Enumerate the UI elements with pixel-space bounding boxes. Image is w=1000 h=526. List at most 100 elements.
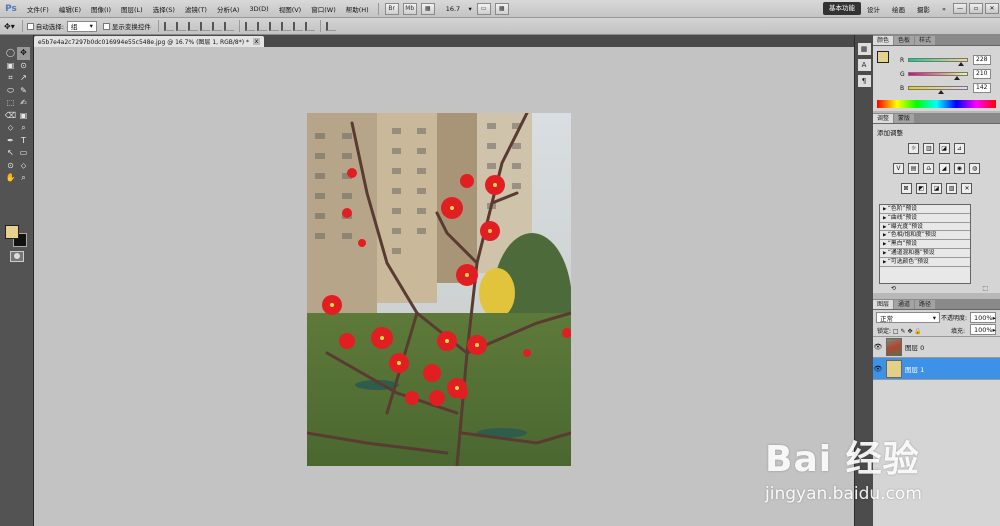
- clip-icon[interactable]: ⬚: [982, 285, 988, 292]
- align-hcenter-icon[interactable]: [211, 21, 222, 31]
- distribute-left-icon[interactable]: [280, 21, 291, 31]
- distribute-hcenter-icon[interactable]: [292, 21, 303, 31]
- distribute-vcenter-icon[interactable]: [256, 21, 267, 31]
- brush-tool-icon[interactable]: ✎: [17, 85, 30, 98]
- blue-slider[interactable]: [908, 86, 968, 94]
- workspace-essentials[interactable]: 基本功能: [823, 2, 862, 15]
- path-selection-tool-icon[interactable]: ↖: [4, 147, 17, 160]
- color-panel-foreground-swatch[interactable]: [877, 51, 889, 63]
- levels-icon[interactable]: ▥: [923, 143, 935, 154]
- red-slider-knob[interactable]: [957, 62, 964, 66]
- bridge-icon[interactable]: Br: [384, 2, 399, 15]
- hand-tool-icon[interactable]: ✋: [4, 172, 17, 185]
- green-value-input[interactable]: 210: [973, 69, 991, 79]
- tab-masks[interactable]: 蒙版: [894, 114, 915, 123]
- preset-selective-color[interactable]: “可选颜色”预设: [880, 258, 970, 267]
- menu-view[interactable]: 视图(V): [274, 4, 307, 14]
- color-balance-icon[interactable]: ♎: [923, 163, 935, 174]
- black-white-icon[interactable]: ◢: [938, 163, 950, 174]
- align-left-icon[interactable]: [199, 21, 210, 31]
- photo-filter-icon[interactable]: ◉: [953, 163, 965, 174]
- selective-color-icon[interactable]: ✕: [961, 183, 973, 194]
- preset-levels[interactable]: “色阶”预设: [880, 205, 970, 214]
- green-slider-knob[interactable]: [953, 76, 960, 80]
- tab-adjustments[interactable]: 调整: [873, 114, 894, 123]
- red-slider[interactable]: [908, 58, 968, 66]
- paragraph-panel-icon[interactable]: ¶: [857, 75, 871, 87]
- align-top-icon[interactable]: [163, 21, 174, 31]
- visibility-eye-icon[interactable]: 👁: [873, 343, 883, 351]
- invert-icon[interactable]: ⊠: [900, 183, 912, 194]
- gradient-tool-icon[interactable]: ▣: [17, 110, 30, 123]
- vibrance-icon[interactable]: V: [892, 163, 904, 174]
- 3d-orbit-tool-icon[interactable]: ⬦: [17, 160, 30, 173]
- lasso-tool-icon[interactable]: ▣: [4, 60, 17, 73]
- foreground-color-swatch[interactable]: [5, 225, 19, 239]
- tab-swatches[interactable]: 色板: [894, 36, 915, 45]
- tab-paths[interactable]: 路径: [915, 300, 936, 309]
- menu-image[interactable]: 图像(I): [86, 4, 116, 14]
- zoom-level[interactable]: 16.7 ▾: [443, 3, 475, 14]
- gradient-map-icon[interactable]: ▧: [946, 183, 958, 194]
- dodge-tool-icon[interactable]: ⌕: [17, 122, 30, 135]
- more-workspaces-button[interactable]: »: [936, 5, 952, 13]
- lock-controls[interactable]: 锁定: □ ✎ ✥ 🔒: [877, 326, 922, 335]
- zoom-tool-icon[interactable]: ⌕: [17, 172, 30, 185]
- exposure-icon[interactable]: ⊿: [953, 143, 965, 154]
- arrange-documents-icon[interactable]: ▭: [476, 2, 491, 15]
- blur-tool-icon[interactable]: ⬦: [4, 122, 17, 135]
- channel-mixer-icon[interactable]: ◍: [969, 163, 981, 174]
- pen-tool-icon[interactable]: ✒: [4, 135, 17, 148]
- minibridge-icon[interactable]: Mb: [402, 2, 417, 15]
- auto-align-icon[interactable]: [325, 21, 336, 31]
- distribute-bottom-icon[interactable]: [268, 21, 279, 31]
- opacity-input[interactable]: 100% ▸: [970, 312, 996, 323]
- tab-layers[interactable]: 图层: [873, 300, 894, 309]
- menu-select[interactable]: 选择(S): [148, 4, 180, 14]
- preset-hue-saturation[interactable]: “色相/饱和度”预设: [880, 231, 970, 241]
- tab-channels[interactable]: 通道: [894, 300, 915, 309]
- quick-select-tool-icon[interactable]: ⊙: [17, 60, 30, 73]
- blend-mode-dropdown[interactable]: 正常 ▾: [876, 312, 940, 323]
- posterize-icon[interactable]: ◩: [915, 183, 927, 194]
- workspace-painting[interactable]: 绘画: [886, 4, 911, 14]
- menu-window[interactable]: 窗口(W): [306, 4, 341, 14]
- color-spectrum-ramp[interactable]: [877, 100, 996, 108]
- workspace-photography[interactable]: 摄影: [911, 4, 936, 14]
- blue-value-input[interactable]: 142: [973, 83, 991, 93]
- type-tool-icon[interactable]: T: [17, 135, 30, 148]
- close-button[interactable]: ✕: [985, 3, 999, 14]
- fill-input[interactable]: 100% ▸: [970, 324, 996, 335]
- move-tool-icon[interactable]: ✥▾: [4, 22, 15, 31]
- document-image[interactable]: [307, 113, 571, 466]
- rectangle-tool-icon[interactable]: ▭: [17, 147, 30, 160]
- 3d-rotate-tool-icon[interactable]: ⊙: [4, 160, 17, 173]
- move-tool-icon[interactable]: ✥: [17, 47, 30, 60]
- marquee-tool-icon[interactable]: ◯: [4, 47, 17, 60]
- visibility-eye-icon[interactable]: 👁: [873, 365, 883, 373]
- auto-select-checkbox[interactable]: [26, 22, 34, 30]
- history-brush-tool-icon[interactable]: ✍: [17, 97, 30, 110]
- hue-saturation-icon[interactable]: ▤: [908, 163, 920, 174]
- preset-channel-mixer[interactable]: “通道混和器”预设: [880, 249, 970, 258]
- distribute-top-icon[interactable]: [244, 21, 255, 31]
- menu-file[interactable]: 文件(F): [22, 4, 54, 14]
- show-transform-checkbox[interactable]: [102, 22, 110, 30]
- tab-color[interactable]: 颜色: [873, 36, 894, 45]
- clone-stamp-tool-icon[interactable]: ⬚: [4, 97, 17, 110]
- screen-mode-icon[interactable]: ▦: [494, 2, 509, 15]
- align-vcenter-icon[interactable]: [175, 21, 186, 31]
- preset-exposure[interactable]: “曝光度”预设: [880, 223, 970, 232]
- reset-icon[interactable]: ⟲: [891, 285, 896, 292]
- document-tab[interactable]: e5b7e4a2c7297b0dc016994e55c548e.jpg @ 16…: [34, 36, 264, 47]
- layer-name[interactable]: 图层 0: [905, 342, 924, 352]
- menu-help[interactable]: 帮助(H): [341, 4, 374, 14]
- auto-select-dropdown[interactable]: 组 ▾: [66, 20, 97, 32]
- workspace-design[interactable]: 设计: [861, 4, 886, 14]
- threshold-icon[interactable]: ◪: [931, 183, 942, 194]
- preset-black-white[interactable]: “黑白”预设: [880, 240, 970, 249]
- menu-3d[interactable]: 3D(D): [244, 5, 273, 13]
- eyedropper-tool-icon[interactable]: ↗: [17, 72, 30, 85]
- history-panel-icon[interactable]: ▦: [857, 43, 871, 55]
- preset-curves[interactable]: “曲线”预设: [880, 214, 970, 223]
